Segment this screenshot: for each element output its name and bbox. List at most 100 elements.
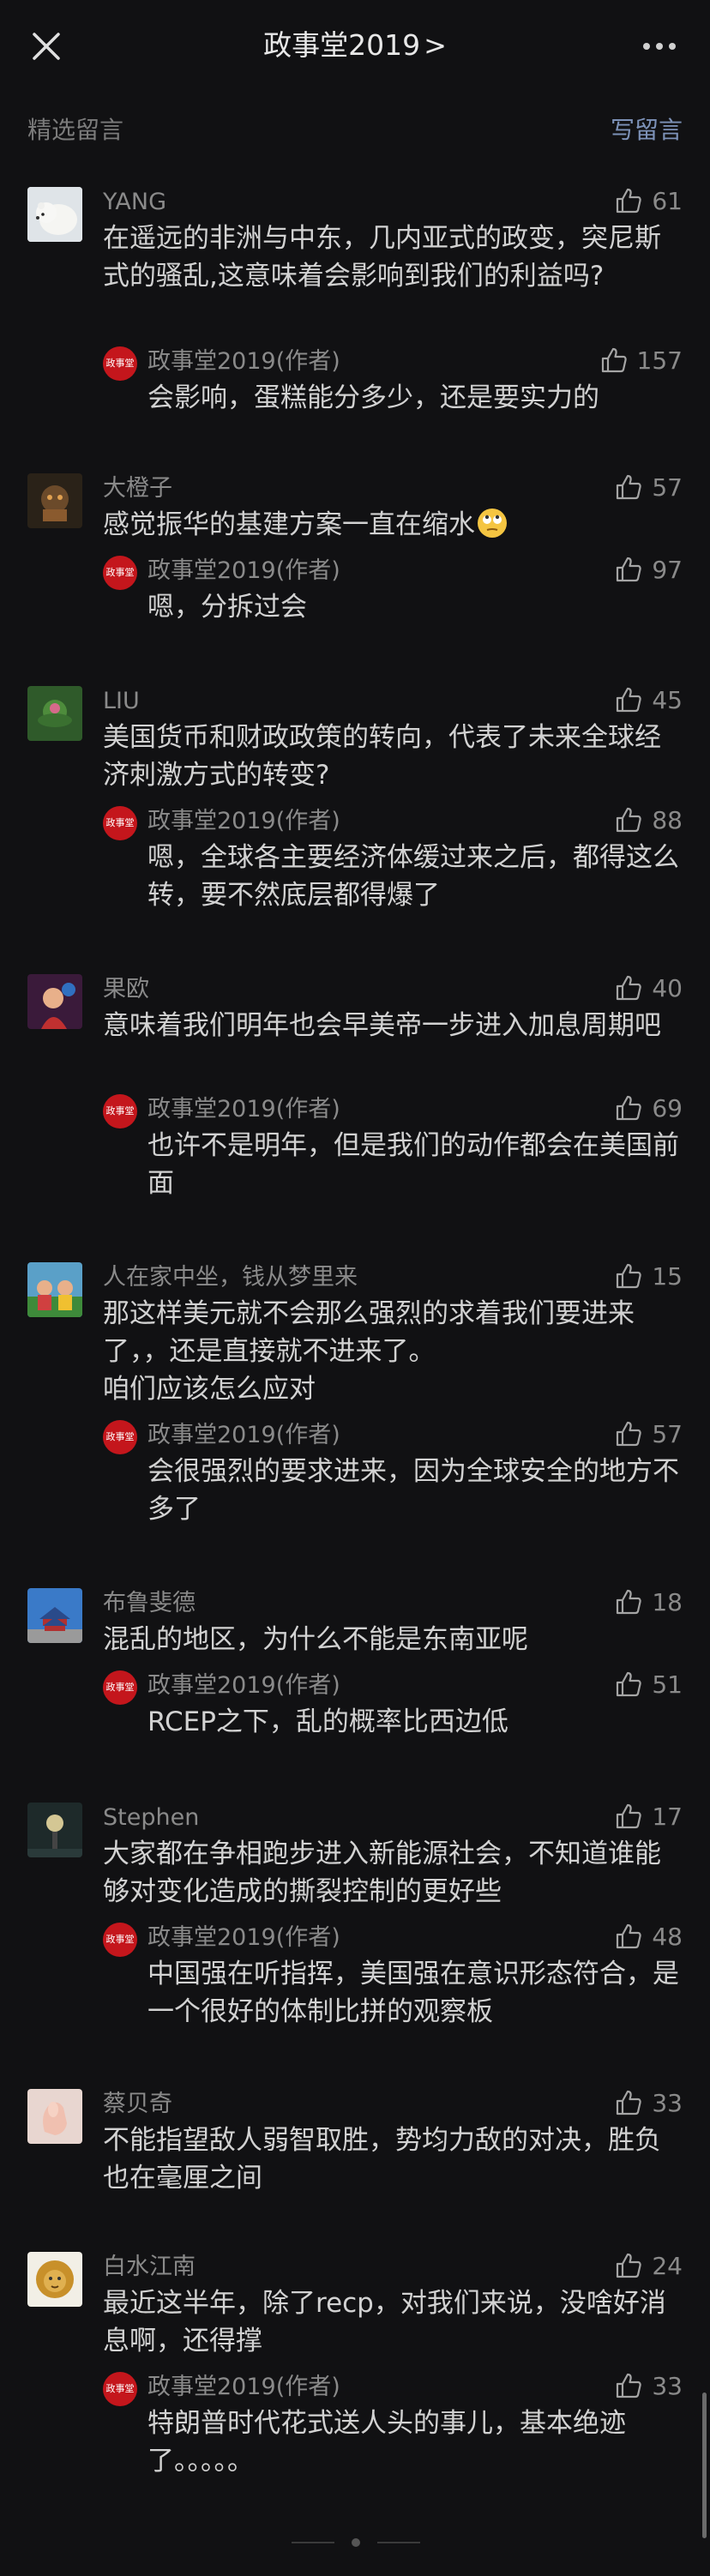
- comment-username: 大橙子: [103, 475, 172, 502]
- comment-text: 不能指望敌人弱智取胜，势均力敌的对决，胜负也在毫厘之间: [103, 2125, 661, 2194]
- avatar[interactable]: [27, 1262, 82, 1317]
- reply-text: 嗯，分拆过会: [147, 592, 307, 623]
- reply-text: 中国强在听指挥，美国强在意识形态符合，是一个很好的体制比拼的观察板: [147, 1959, 679, 2027]
- like-count: 33: [652, 2088, 683, 2117]
- like-count: 40: [652, 973, 683, 1002]
- reply-author-name: 政事堂2019(作者): [147, 557, 340, 584]
- reply-author-name: 政事堂2019(作者): [147, 1422, 340, 1448]
- thumbs-up-icon: [601, 347, 627, 373]
- scrollbar[interactable]: [702, 2392, 707, 2538]
- reply-author-name: 政事堂2019(作者): [147, 1672, 340, 1699]
- reply-like-button[interactable]: 51: [614, 1667, 683, 1701]
- reply-text: RCEP之下，乱的概率比西边低: [147, 1706, 508, 1737]
- like-count: 17: [652, 1802, 683, 1831]
- thumbs-up-icon: [617, 1263, 642, 1289]
- like-count: 57: [652, 472, 683, 502]
- rolling-eyes-emoji-icon: [477, 508, 508, 539]
- thumbs-up-icon: [617, 2253, 642, 2278]
- avatar[interactable]: [27, 187, 82, 242]
- comment-username: Stephen: [103, 1804, 200, 1831]
- like-count: 18: [652, 1587, 683, 1616]
- reply-text: 嗯，全球各主要经济体缓过来之后，都得这么转，要不然底层都得爆了: [147, 842, 679, 911]
- reply-author-name: 政事堂2019(作者): [147, 1924, 340, 1951]
- avatar[interactable]: [27, 974, 82, 1029]
- like-count: 15: [652, 1261, 683, 1291]
- author-avatar: 政事堂: [103, 2372, 137, 2406]
- like-count: 45: [652, 685, 683, 714]
- comment-text: 那这样美元就不会那么强烈的求着我们要进来了，，还是直接就不进来了。 咱们应该怎么…: [103, 1298, 635, 1405]
- avatar[interactable]: [27, 2089, 82, 2144]
- like-button[interactable]: 61: [614, 184, 683, 218]
- comment-text: 美国货币和财政政策的转向，代表了未来全球经济刺激方式的转变?: [103, 722, 661, 791]
- comment-username: YANG: [103, 189, 166, 215]
- comment-text: 感觉振华的基建方案一直在缩水: [103, 506, 683, 544]
- author-avatar: 政事堂: [103, 1420, 137, 1454]
- reply-like-button[interactable]: 88: [614, 803, 683, 837]
- author-avatar: 政事堂: [103, 1670, 137, 1705]
- thumbs-up-icon: [617, 687, 642, 713]
- like-button[interactable]: 17: [614, 1799, 683, 1833]
- like-button[interactable]: 24: [614, 2248, 683, 2283]
- reply-like-count: 57: [652, 1419, 683, 1448]
- comment-text-body: 感觉振华的基建方案一直在缩水: [103, 509, 475, 540]
- write-comment-link[interactable]: 写留言: [611, 111, 683, 149]
- reply-like-count: 33: [652, 2371, 683, 2400]
- chevron-right-icon: >: [424, 29, 447, 62]
- reply-like-count: 88: [652, 805, 683, 834]
- reply-like-button[interactable]: 57: [614, 1417, 683, 1451]
- page-title[interactable]: 政事堂2019 >: [0, 24, 710, 67]
- reply-author-name: 政事堂2019(作者): [147, 348, 340, 375]
- thumbs-up-icon: [617, 807, 642, 833]
- reply-like-button[interactable]: 48: [614, 1919, 683, 1953]
- thumbs-up-icon: [617, 1803, 642, 1829]
- like-button[interactable]: 57: [614, 470, 683, 504]
- reply-like-count: 97: [652, 555, 683, 584]
- more-options-icon[interactable]: [643, 43, 677, 51]
- thumbs-up-icon: [617, 1095, 642, 1121]
- avatar[interactable]: [27, 2252, 82, 2307]
- author-avatar: 政事堂: [103, 346, 137, 381]
- like-button[interactable]: 33: [614, 2085, 683, 2120]
- comment-text: 混乱的地区，为什么不能是东南亚呢: [103, 1624, 528, 1655]
- comment-username: 蔡贝奇: [103, 2091, 172, 2117]
- thumbs-up-icon: [617, 2373, 642, 2398]
- avatar[interactable]: [27, 686, 82, 741]
- like-button[interactable]: 18: [614, 1585, 683, 1619]
- featured-comments-label: 精选留言: [27, 116, 124, 144]
- comment-username: 布鲁斐德: [103, 1590, 196, 1616]
- comment-text: 意味着我们明年也会早美帝一步进入加息周期吧: [103, 1010, 661, 1041]
- comment-text: 在遥远的非洲与中东，几内亚式的政变，突尼斯式的骚乱,这意味着会影响到我们的利益吗…: [103, 223, 661, 292]
- reply-like-count: 69: [652, 1093, 683, 1122]
- reply-text: 会很强烈的要求进来，因为全球安全的地方不多了: [147, 1456, 679, 1525]
- reply-like-button[interactable]: 157: [599, 343, 683, 377]
- thumbs-up-icon: [617, 474, 642, 500]
- like-count: 61: [652, 186, 683, 215]
- thumbs-up-icon: [617, 975, 642, 1001]
- reply-like-button[interactable]: 69: [614, 1091, 683, 1125]
- reply-like-button[interactable]: 97: [614, 552, 683, 587]
- avatar[interactable]: [27, 473, 82, 528]
- reply-text: 特朗普时代花式送人头的事儿，基本绝迹了。。。。。: [147, 2408, 626, 2477]
- comment-text: 最近这半年，除了recp，对我们来说，没啥好消息啊，还得撑: [103, 2288, 666, 2356]
- reply-text: 会影响，蛋糕能分多少，还是要实力的: [147, 382, 599, 413]
- thumbs-up-icon: [617, 1671, 642, 1697]
- section-header: 精选留言 写留言: [0, 111, 710, 149]
- like-button[interactable]: 45: [614, 683, 683, 717]
- like-button[interactable]: 40: [614, 971, 683, 1005]
- reply-like-count: 157: [636, 346, 683, 375]
- thumbs-up-icon: [617, 1923, 642, 1949]
- reply-author-name: 政事堂2019(作者): [147, 808, 340, 834]
- comment-username: 白水江南: [103, 2254, 196, 2280]
- avatar[interactable]: [27, 1803, 82, 1857]
- like-count: 24: [652, 2251, 683, 2280]
- like-button[interactable]: 15: [614, 1259, 683, 1293]
- avatar[interactable]: [27, 1588, 82, 1643]
- comment-username: 人在家中坐，钱从梦里来: [103, 1264, 358, 1291]
- reply-text: 也许不是明年，但是我们的动作都会在美国前面: [147, 1130, 679, 1199]
- comment-username: LIU: [103, 688, 140, 714]
- reply-like-button[interactable]: 33: [614, 2368, 683, 2403]
- reply-author-name: 政事堂2019(作者): [147, 2374, 340, 2400]
- end-of-list-dot: [352, 2538, 360, 2547]
- reply-author-name: 政事堂2019(作者): [147, 1096, 340, 1122]
- top-bar: 政事堂2019 >: [0, 0, 710, 91]
